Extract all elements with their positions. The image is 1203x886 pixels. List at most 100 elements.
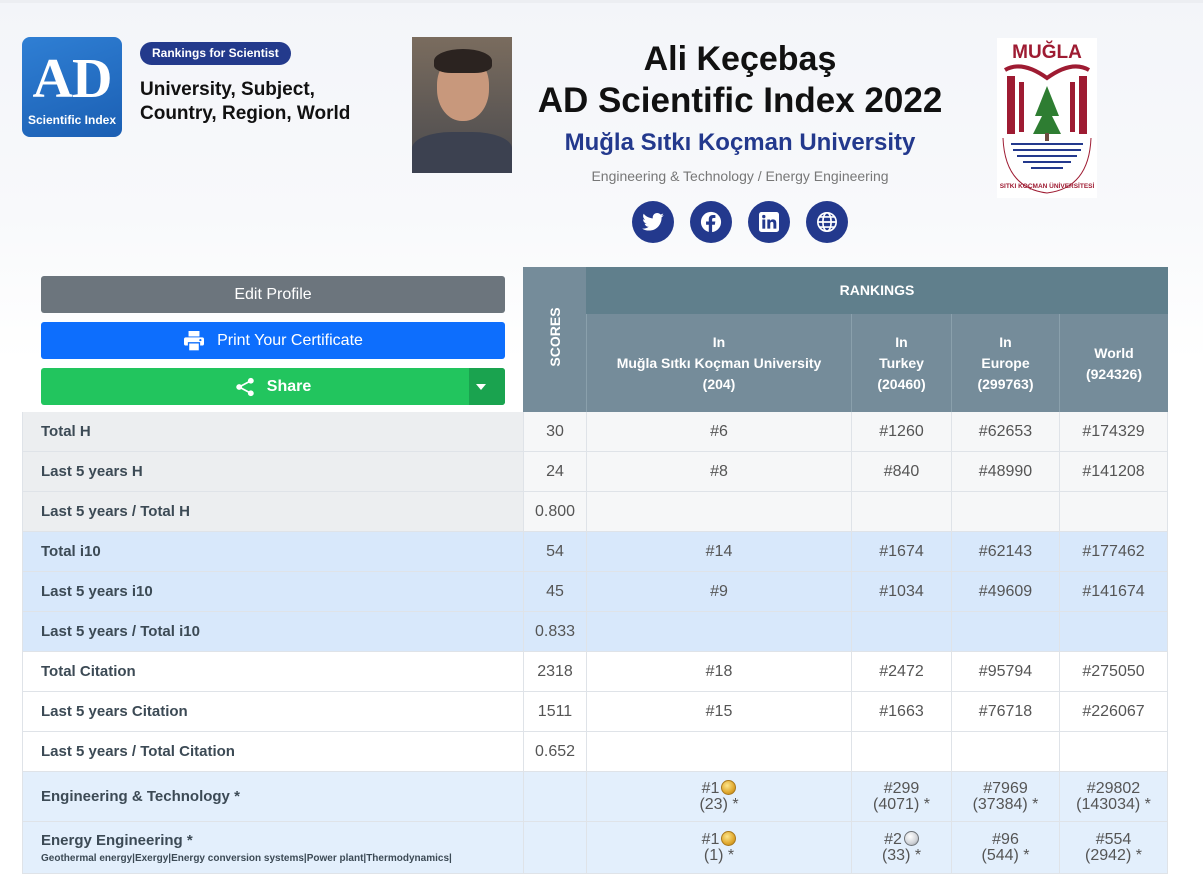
rank-value: #299 [883, 779, 920, 797]
header-world: World (924326) [1059, 314, 1168, 413]
rank-region-cell [951, 732, 1059, 771]
rank-country-cell [851, 612, 951, 651]
print-certificate-button[interactable]: Print Your Certificate [41, 322, 505, 359]
table-row: Total i10 54 #14 #1674 #62143 #177462 [22, 532, 1168, 572]
score-cell [523, 772, 586, 821]
scientist-name: Ali Keçebaş [643, 40, 837, 78]
share-dropdown-toggle[interactable] [469, 368, 505, 405]
rank-total: (23) * [699, 796, 739, 813]
rank-country-cell [851, 732, 951, 771]
edit-profile-button[interactable]: Edit Profile [41, 276, 505, 313]
row-label: Total Citation [22, 652, 523, 691]
subject-label: Energy Engineering * [41, 831, 193, 849]
rank-world-cell: #554 (2942) * [1059, 822, 1168, 873]
rank-value: #1 [701, 831, 720, 848]
header-world-l2: (924326) [1085, 365, 1143, 382]
rank-country-cell: #1260 [851, 412, 951, 451]
edit-profile-label: Edit Profile [234, 285, 312, 303]
table-row: Total Citation 2318 #18 #2472 #95794 #27… [22, 652, 1168, 692]
rank-region-cell [951, 492, 1059, 531]
rank-value: #7969 [983, 779, 1028, 797]
row-label: Last 5 years H [22, 452, 523, 491]
rank-value: #2 [884, 831, 902, 848]
university-logo-text: MUĞLA [1012, 41, 1082, 63]
header-region-l2: Europe [981, 355, 1030, 371]
rank-world-cell [1059, 732, 1168, 771]
globe-icon[interactable] [806, 201, 848, 243]
rank-country-cell: #2472 [851, 652, 951, 691]
score-cell: 30 [523, 412, 586, 451]
table-row: Last 5 years / Total Citation 0.652 [22, 732, 1168, 772]
rank-region-cell: #62653 [951, 412, 1059, 451]
rank-country-cell [851, 492, 951, 531]
header-region: In Europe (299763) [951, 314, 1059, 413]
rank-university-cell: #15 [586, 692, 851, 731]
rank-university-cell [586, 492, 851, 531]
rank-country-cell: #1663 [851, 692, 951, 731]
university-logo-ring-text: SITKI KOÇMAN ÜNİVERSİTESİ [1000, 181, 1095, 190]
rank-total: (33) * [881, 847, 922, 864]
rank-value: #1 [701, 780, 720, 797]
subject-label[interactable]: Engineering & Technology * [22, 772, 523, 821]
ad-scientific-index-logo[interactable]: AD Scientific Index [22, 37, 122, 137]
header-country-l2: Turkey [879, 355, 924, 371]
table-row: Last 5 years i10 45 #9 #1034 #49609 #141… [22, 572, 1168, 612]
twitter-icon[interactable] [632, 201, 674, 243]
university-link[interactable]: Muğla Sıtkı Koçman University [525, 128, 955, 158]
rank-world-cell: #141208 [1059, 452, 1168, 491]
table-row: Total H 30 #6 #1260 #62653 #174329 [22, 412, 1168, 452]
linkedin-icon[interactable] [748, 201, 790, 243]
rank-country-cell: #2 (33) * [851, 822, 951, 873]
printer-icon [184, 330, 205, 351]
rank-university-cell: #9 [586, 572, 851, 611]
score-cell: 1511 [523, 692, 586, 731]
rank-region-cell: #62143 [951, 532, 1059, 571]
header-country-l3: (20460) [877, 376, 926, 392]
row-label: Last 5 years / Total H [22, 492, 523, 531]
rank-university-cell: #8 [586, 452, 851, 491]
rank-university-cell: #18 [586, 652, 851, 691]
table-row: Last 5 years H 24 #8 #840 #48990 #141208 [22, 452, 1168, 492]
score-cell: 24 [523, 452, 586, 491]
share-label: Share [266, 377, 312, 395]
rank-total: (1) * [703, 847, 735, 864]
score-cell: 0.833 [523, 612, 586, 651]
score-cell [523, 822, 586, 873]
score-cell: 2318 [523, 652, 586, 691]
rankings-header: RANKINGS [586, 267, 1168, 314]
row-label: Last 5 years / Total i10 [22, 612, 523, 651]
subject-breadcrumb[interactable]: Engineering & Technology / Energy Engine… [525, 168, 955, 184]
index-title: AD Scientific Index 2022 [537, 81, 943, 120]
rank-region-cell: #49609 [951, 572, 1059, 611]
header-region-l3: (299763) [977, 376, 1034, 392]
table-row: Last 5 years / Total H 0.800 [22, 492, 1168, 532]
rank-value: #554 [1095, 830, 1132, 848]
rank-country-cell: #840 [851, 452, 951, 491]
rank-region-cell: #96 (544) * [951, 822, 1059, 873]
facebook-icon[interactable] [690, 201, 732, 243]
rank-region-cell: #7969 (37384) * [951, 772, 1059, 821]
gold-medal-icon [721, 831, 737, 846]
university-logo: MUĞLA SITKI KOÇMAN ÜNİVERSİTESİ [997, 38, 1097, 198]
header-university-l1: In [712, 334, 726, 350]
rank-country-cell: #1674 [851, 532, 951, 571]
rank-region-cell: #76718 [951, 692, 1059, 731]
tagline: University, Subject, Country, Region, Wo… [140, 79, 351, 124]
scores-header-label: SCORES [546, 307, 563, 367]
rank-university-cell [586, 732, 851, 771]
header-university: In Muğla Sıtkı Koçman University (204) [586, 314, 851, 413]
rank-region-cell: #95794 [951, 652, 1059, 691]
rank-region-cell [951, 612, 1059, 651]
share-button[interactable]: Share [41, 368, 505, 405]
rank-total: (4071) * [873, 795, 930, 813]
rank-value: #96 [992, 830, 1019, 848]
score-cell: 45 [523, 572, 586, 611]
rank-world-cell: #177462 [1059, 532, 1168, 571]
subject-label-cell[interactable]: Energy Engineering * Geothermal energy|E… [22, 822, 523, 873]
table-row: Last 5 years Citation 1511 #15 #1663 #76… [22, 692, 1168, 732]
score-cell: 0.800 [523, 492, 586, 531]
logo-mark: AD [32, 48, 113, 110]
rank-university-cell [586, 612, 851, 651]
rank-total: (37384) * [972, 795, 1039, 813]
gold-medal-icon [721, 780, 737, 795]
